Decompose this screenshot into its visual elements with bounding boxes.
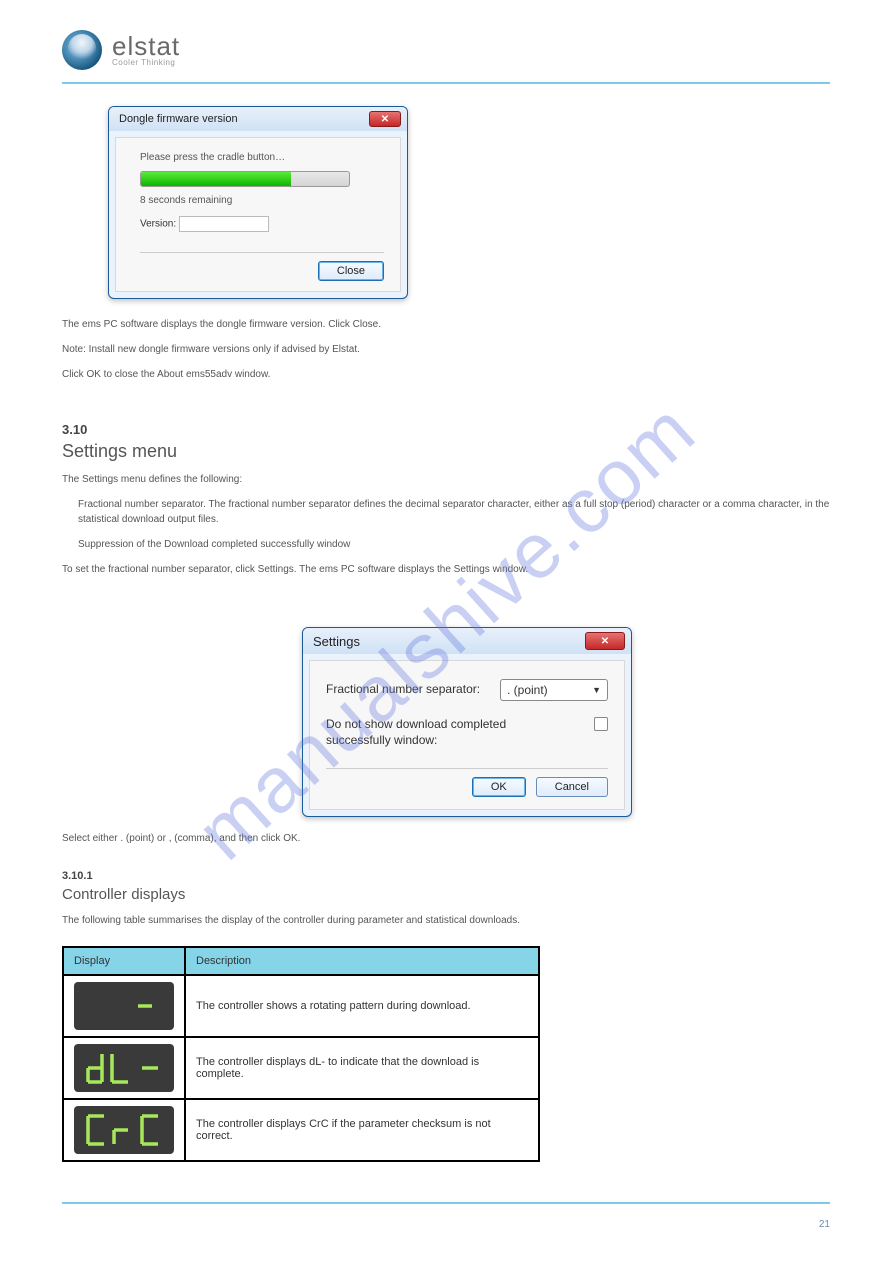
settings-dialog: Settings ✕ Fractional number separator: … xyxy=(302,627,632,817)
lcd-display xyxy=(74,1044,174,1092)
subsection-number: 3.10.1 xyxy=(62,870,830,882)
logo-icon xyxy=(62,30,102,70)
logo-text: elstat Cooler Thinking xyxy=(112,33,180,67)
progress-fill xyxy=(141,172,291,186)
table-header: Display xyxy=(63,947,185,975)
dialog-titlebar: Dongle firmware version ✕ xyxy=(109,107,407,131)
firmware-dialog: Dongle firmware version ✕ Please press t… xyxy=(108,106,408,299)
separator-label: Fractional number separator: xyxy=(326,682,480,698)
bullet-text: Suppression of the Download completed su… xyxy=(62,537,830,552)
brand-name: elstat xyxy=(112,33,180,59)
body-text: Click OK to close the About ems55adv win… xyxy=(62,367,830,382)
body-text: The ems PC software displays the dongle … xyxy=(62,317,830,332)
close-button[interactable]: Close xyxy=(318,261,384,281)
body-text: The Settings menu defines the following: xyxy=(62,472,830,487)
table-row: The controller displays dL- to indicate … xyxy=(63,1037,539,1099)
body-text: The following table summarises the displ… xyxy=(62,913,830,928)
page-header: elstat Cooler Thinking xyxy=(62,30,830,82)
suppress-label: Do not show download completed successfu… xyxy=(326,717,526,748)
separator-select[interactable]: . (point) ▼ xyxy=(500,679,608,701)
table-row: The controller displays CrC if the param… xyxy=(63,1099,539,1161)
instruction-text: Please press the cradle button… xyxy=(140,150,384,165)
table-cell: The controller displays CrC if the param… xyxy=(185,1099,539,1161)
body-note: Note: Install new dongle firmware versio… xyxy=(62,342,830,357)
brand-tagline: Cooler Thinking xyxy=(112,59,180,67)
separator-row: Fractional number separator: . (point) ▼ xyxy=(326,679,608,701)
version-label: Version: xyxy=(140,219,176,230)
suppress-checkbox[interactable] xyxy=(594,717,608,731)
table-header: Description xyxy=(185,947,539,975)
dialog-title: Settings xyxy=(313,634,360,649)
version-row: Version: xyxy=(140,216,384,232)
suppress-row: Do not show download completed successfu… xyxy=(326,717,608,748)
dialog-titlebar: Settings ✕ xyxy=(303,628,631,654)
table-cell: The controller displays dL- to indicate … xyxy=(185,1037,539,1099)
footer-rule xyxy=(62,1202,830,1204)
ok-button[interactable]: OK xyxy=(472,777,526,797)
lcd-display xyxy=(74,1106,174,1154)
remaining-text: 8 seconds remaining xyxy=(140,193,384,208)
body-text: To set the fractional number separator, … xyxy=(62,562,830,577)
lcd-display xyxy=(74,982,174,1030)
header-rule xyxy=(62,82,830,84)
section-title: Settings menu xyxy=(62,441,830,462)
body-text: Select either . (point) or , (comma), an… xyxy=(62,831,830,846)
table-row: The controller shows a rotating pattern … xyxy=(63,975,539,1037)
table-cell: The controller shows a rotating pattern … xyxy=(185,975,539,1037)
close-icon[interactable]: ✕ xyxy=(369,111,401,127)
page-number: 21 xyxy=(819,1219,830,1230)
cancel-button[interactable]: Cancel xyxy=(536,777,608,797)
section-number: 3.10 xyxy=(62,422,830,437)
bullet-text: Fractional number separator. The fractio… xyxy=(62,497,830,527)
display-table: Display Description The controller shows… xyxy=(62,946,540,1162)
dialog-title: Dongle firmware version xyxy=(119,113,238,125)
chevron-down-icon: ▼ xyxy=(592,685,601,695)
subsection-title: Controller displays xyxy=(62,886,830,903)
select-value: . (point) xyxy=(507,683,548,697)
close-icon[interactable]: ✕ xyxy=(585,632,625,650)
version-field[interactable] xyxy=(179,216,269,232)
progress-bar xyxy=(140,171,350,187)
